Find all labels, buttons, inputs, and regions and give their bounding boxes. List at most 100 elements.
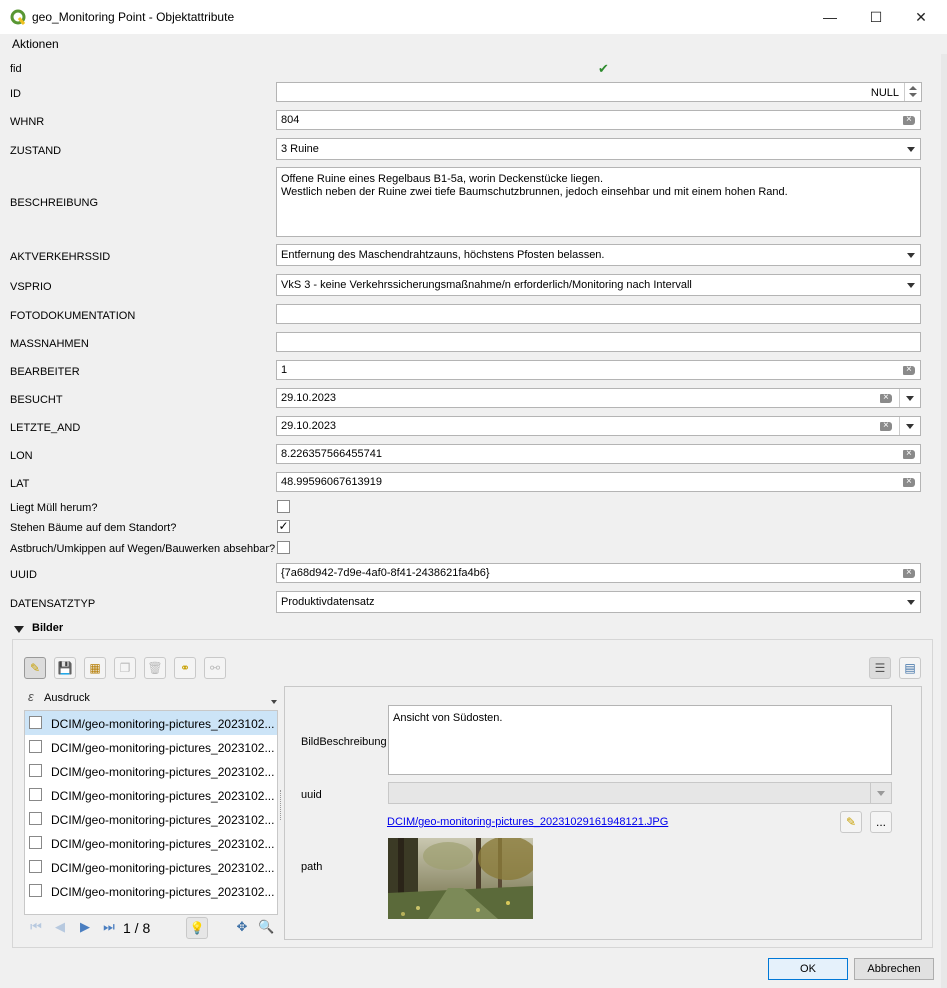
baeume-label: Stehen Bäume auf dem Standort? — [10, 522, 177, 534]
besucht-datefield[interactable]: 29.10.2023 — [276, 388, 921, 408]
massnahmen-field[interactable] — [276, 332, 921, 352]
list-item-checkbox[interactable] — [29, 836, 42, 849]
astbruch-checkbox[interactable] — [277, 541, 290, 554]
save-button[interactable]: 💾 — [54, 657, 76, 679]
map-canvas-edge — [941, 54, 947, 988]
clear-icon[interactable] — [903, 446, 915, 462]
unlink-icon: ⚯ — [209, 661, 221, 675]
date-dropdown[interactable] — [899, 417, 920, 435]
collapse-triangle-icon[interactable] — [14, 626, 24, 633]
baeume-checkbox[interactable]: ✓ — [277, 520, 290, 533]
unlink-button[interactable]: ⚯ — [204, 657, 226, 679]
vsprio-combo[interactable]: VkS 3 - keine Verkehrssicherungsmaßnahme… — [276, 274, 921, 296]
bildbeschreibung-label: BildBeschreibung — [301, 736, 387, 748]
id-value: NULL — [870, 87, 899, 99]
table-view-button[interactable]: ▤ — [899, 657, 921, 679]
chevron-down-icon — [906, 424, 914, 429]
clear-icon[interactable] — [903, 112, 915, 128]
clear-icon[interactable] — [903, 474, 915, 490]
list-item-label: DCIM/geo-monitoring-pictures_2023102... — [51, 717, 275, 731]
title-bar: geo_Monitoring Point - Objektattribute —… — [0, 0, 947, 34]
clear-icon[interactable] — [903, 565, 915, 581]
edit-path-button[interactable]: ✎ — [840, 811, 862, 833]
lat-field[interactable]: 48.99596067613919 — [276, 472, 921, 492]
path-link[interactable]: DCIM/geo-monitoring-pictures_20231029161… — [387, 816, 668, 828]
list-item-checkbox[interactable] — [29, 860, 42, 873]
uuid-detail-combo[interactable] — [388, 782, 892, 804]
fotodokumentation-label: FOTODOKUMENTATION — [10, 310, 136, 322]
datensatztyp-combo[interactable]: Produktivdatensatz — [276, 591, 921, 613]
beschreibung-line-1: Offene Ruine eines Regelbaus B1-5a, wori… — [281, 173, 604, 185]
bildbeschreibung-textarea[interactable]: Ansicht von Südosten. — [388, 705, 892, 775]
list-item[interactable]: DCIM/geo-monitoring-pictures_2023102... — [25, 855, 277, 879]
clear-icon[interactable] — [880, 390, 892, 406]
list-item[interactable]: DCIM/geo-monitoring-pictures_2023102... — [25, 759, 277, 783]
previous-page-icon[interactable]: ◀ — [52, 919, 68, 935]
id-spinbox[interactable]: NULL — [276, 82, 922, 102]
list-item[interactable]: DCIM/geo-monitoring-pictures_2023102... — [25, 831, 277, 855]
list-item-checkbox[interactable] — [29, 716, 42, 729]
ok-button[interactable]: OK — [768, 958, 848, 980]
close-button[interactable]: ✕ — [898, 0, 944, 34]
delete-button[interactable]: 🗑 — [144, 657, 166, 679]
chevron-down-icon — [907, 147, 915, 152]
minimize-button[interactable]: — — [807, 0, 853, 34]
highlight-feature-button[interactable]: 💡 — [186, 917, 208, 939]
muell-checkbox[interactable] — [277, 500, 290, 513]
datensatztyp-value: Produktivdatensatz — [281, 596, 375, 608]
uuid-field[interactable]: {7a68d942-7d9e-4af0-8f41-2438621fa4b6} — [276, 563, 921, 583]
lon-field[interactable]: 8.226357566455741 — [276, 444, 921, 464]
chevron-down-icon — [907, 283, 915, 288]
link-button[interactable]: ⚭ — [174, 657, 196, 679]
cancel-button[interactable]: Abbrechen — [854, 958, 934, 980]
list-item[interactable]: DCIM/geo-monitoring-pictures_2023102... — [25, 711, 277, 735]
list-item[interactable]: DCIM/geo-monitoring-pictures_2023102... — [25, 783, 277, 807]
aktverkehrssid-combo[interactable]: Entfernung des Maschendrahtzauns, höchst… — [276, 244, 921, 266]
whnr-field[interactable]: 804 — [276, 110, 921, 130]
list-item-label: DCIM/geo-monitoring-pictures_2023102... — [51, 861, 275, 875]
beschreibung-textarea[interactable]: Offene Ruine eines Regelbaus B1-5a, wori… — [276, 167, 921, 237]
list-item[interactable]: DCIM/geo-monitoring-pictures_2023102... — [25, 879, 277, 903]
first-page-icon[interactable]: ⏮ — [28, 919, 44, 935]
aktverkehrssid-value: Entfernung des Maschendrahtzauns, höchst… — [281, 249, 605, 261]
pan-to-feature-icon[interactable]: ✥ — [234, 919, 250, 935]
letzte-and-datefield[interactable]: 29.10.2023 — [276, 416, 921, 436]
duplicate-button[interactable]: ❐ — [114, 657, 136, 679]
list-item-checkbox[interactable] — [29, 884, 42, 897]
clear-icon[interactable] — [903, 362, 915, 378]
list-item-label: DCIM/geo-monitoring-pictures_2023102... — [51, 765, 275, 779]
list-item-checkbox[interactable] — [29, 788, 42, 801]
zustand-combo[interactable]: 3 Ruine — [276, 138, 921, 160]
bearbeiter-field[interactable]: 1 — [276, 360, 921, 380]
chevron-down-icon[interactable] — [271, 700, 277, 704]
edit-toggle-button[interactable]: ✎ — [24, 657, 46, 679]
bilder-group-title[interactable]: Bilder — [32, 622, 63, 634]
letzte-and-label: LETZTE_AND — [10, 422, 81, 434]
next-page-icon[interactable]: ▶ — [77, 919, 93, 935]
clear-icon[interactable] — [880, 418, 892, 434]
zoom-to-feature-icon[interactable]: 🔍 — [258, 919, 274, 935]
list-item[interactable]: DCIM/geo-monitoring-pictures_2023102... — [25, 735, 277, 759]
last-page-icon[interactable]: ⏭ — [101, 919, 117, 935]
list-item-checkbox[interactable] — [29, 740, 42, 753]
maximize-button[interactable]: ☐ — [853, 0, 899, 34]
splitter-handle[interactable] — [280, 790, 283, 820]
pencil-icon: ✎ — [29, 661, 41, 675]
vsprio-value: VkS 3 - keine Verkehrssicherungsmaßnahme… — [281, 279, 692, 291]
add-child-feature-button[interactable]: ▦ — [84, 657, 106, 679]
list-item[interactable]: DCIM/geo-monitoring-pictures_2023102... — [25, 807, 277, 831]
form-view-button[interactable]: ☰ — [869, 657, 891, 679]
date-dropdown[interactable] — [899, 389, 920, 407]
forest-photo-thumbnail[interactable] — [388, 838, 533, 919]
spin-arrows-icon[interactable] — [904, 83, 921, 101]
lat-label: LAT — [10, 478, 30, 490]
browse-button[interactable]: ... — [870, 811, 892, 833]
fotodokumentation-field[interactable] — [276, 304, 921, 324]
list-item-label: DCIM/geo-monitoring-pictures_2023102... — [51, 789, 275, 803]
qgis-logo-icon — [10, 9, 26, 25]
expression-epsilon-icon[interactable]: ε — [28, 689, 34, 704]
menu-aktionen[interactable]: Aktionen — [12, 37, 59, 51]
duplicate-icon: ❐ — [119, 661, 131, 675]
list-item-checkbox[interactable] — [29, 812, 42, 825]
list-item-checkbox[interactable] — [29, 764, 42, 777]
